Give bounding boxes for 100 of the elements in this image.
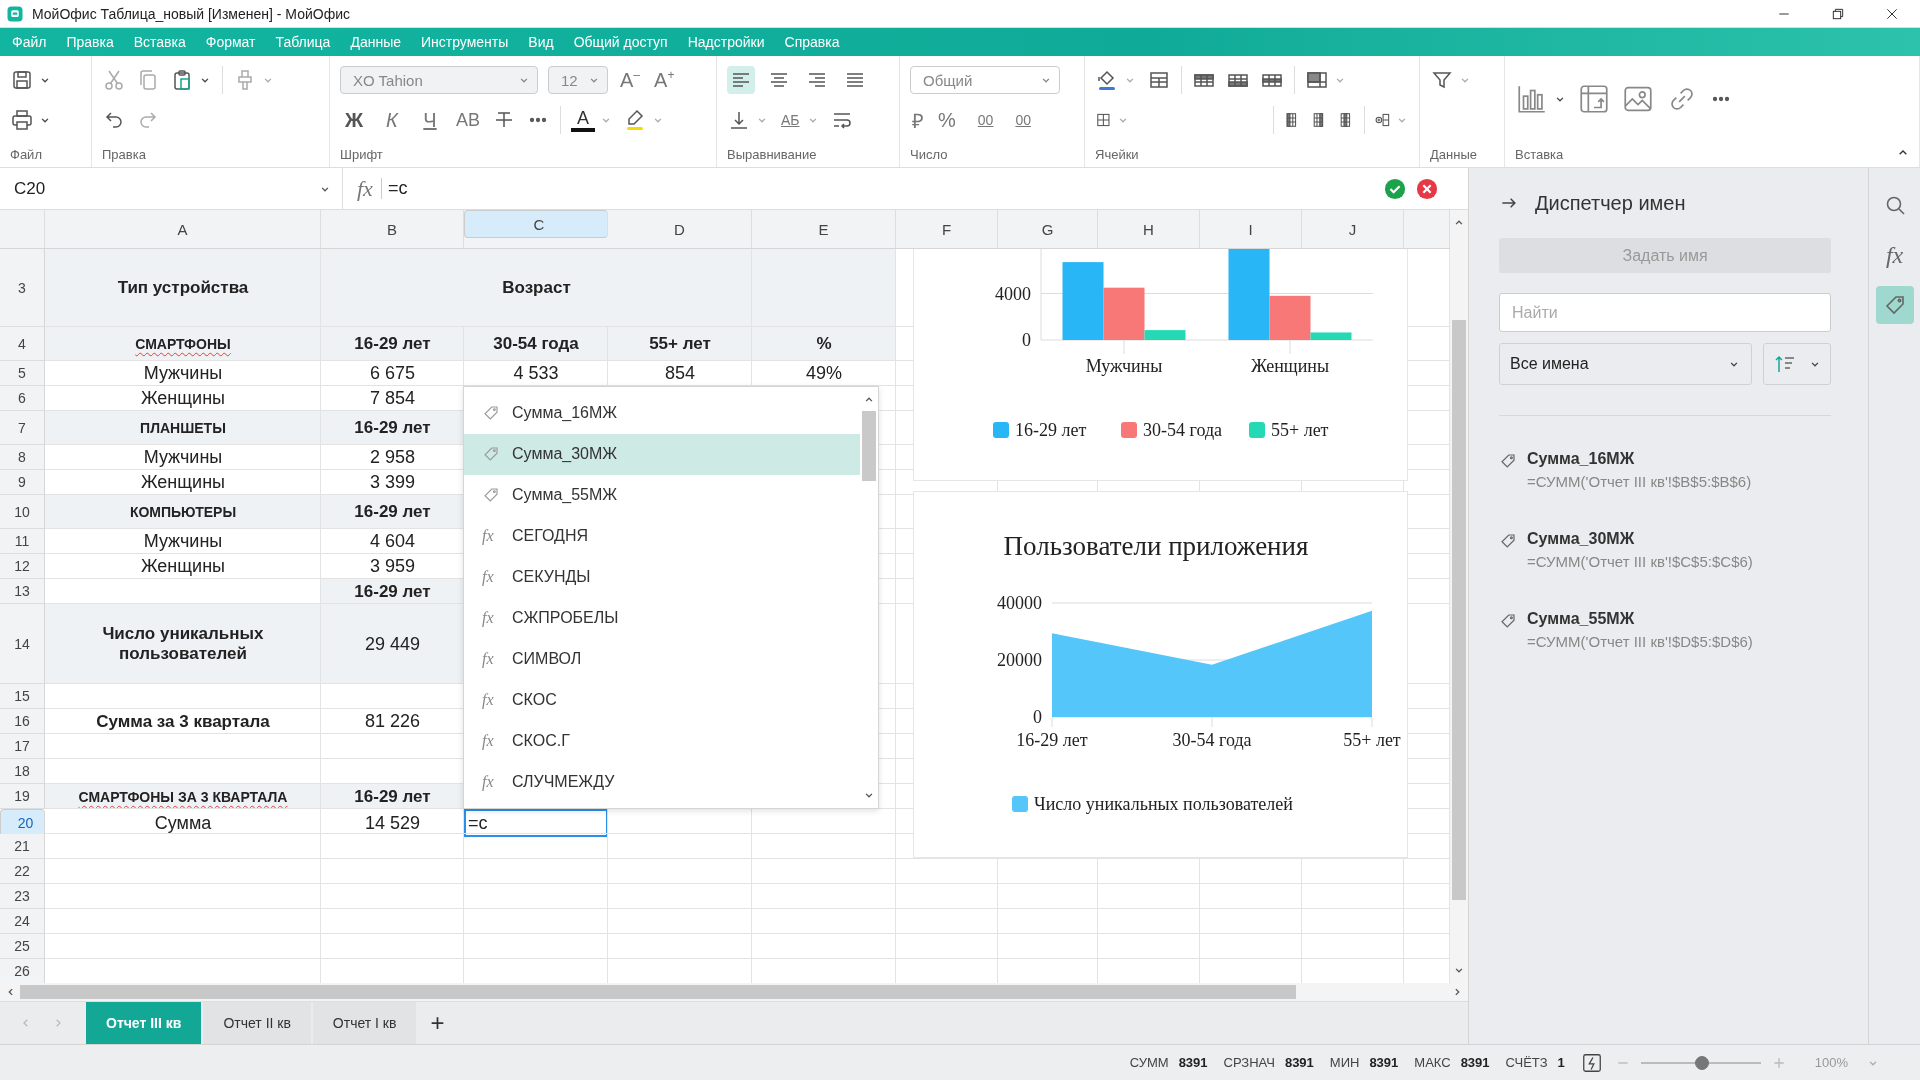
row-header[interactable]: 9 <box>0 470 45 495</box>
row-header[interactable]: 6 <box>0 386 45 411</box>
table-cell-text: 81 226 <box>363 710 422 733</box>
search-field[interactable]: Найти <box>1499 293 1832 332</box>
row-header[interactable]: 8 <box>0 445 45 470</box>
print-icon[interactable] <box>10 108 34 132</box>
name-label[interactable]: Сумма_16МЖ <box>1527 450 1752 468</box>
table-cell: Число уникальных пользователей <box>45 604 321 684</box>
formula-input[interactable]: =с <box>380 178 1384 199</box>
pivot-table-icon[interactable] <box>1577 82 1611 116</box>
name-label[interactable]: Сумма_55МЖ <box>1527 610 1753 628</box>
autocomplete-item[interactable]: Сумма_16МЖ <box>464 393 860 434</box>
table-cell-text: 3 959 <box>368 555 416 578</box>
name-formula: =СУММ('Отчет III кв'!$C$5:$C$6) <box>1527 553 1753 570</box>
row-header[interactable]: 11 <box>0 529 45 554</box>
autocomplete-item[interactable]: Сумма_55МЖ <box>464 474 860 516</box>
row-header[interactable]: 15 <box>0 684 45 709</box>
row-header[interactable]: 25 <box>0 934 45 959</box>
column-header[interactable]: C <box>464 210 608 238</box>
table-cell: 16-29 лет <box>321 579 464 604</box>
row-header[interactable]: 26 <box>0 959 45 983</box>
row-header[interactable]: 21 <box>0 834 45 859</box>
sort-dropdown[interactable] <box>1763 343 1832 385</box>
table-cell-text: Мужчины <box>142 446 224 469</box>
row-header[interactable]: 13 <box>0 579 45 604</box>
table-cell-text: Мужчины <box>142 362 224 385</box>
text-style-button[interactable]: АВ <box>454 109 482 131</box>
flash-icon[interactable] <box>1580 1051 1603 1074</box>
confirm-icon[interactable] <box>1384 177 1406 200</box>
axis-category-label: 16-29 лет <box>1016 730 1088 750</box>
column-header[interactable]: J <box>1302 210 1404 248</box>
table-cell-text: 4 604 <box>368 530 416 553</box>
row-header[interactable]: 14 <box>0 604 45 684</box>
autocomplete-item[interactable]: fx СЕГОДНЯ <box>464 515 860 557</box>
column-header[interactable]: D <box>608 210 752 248</box>
scrollbar-thumb[interactable] <box>20 985 1296 999</box>
row-header[interactable]: 23 <box>0 884 45 909</box>
number-format-button[interactable]: ₽ <box>910 106 926 134</box>
row-header[interactable]: 3 <box>0 249 45 327</box>
autocomplete-item[interactable]: fx СИМВОЛ <box>464 638 860 680</box>
autocomplete-item[interactable]: fx СЖПРОБЕЛЫ <box>464 597 860 639</box>
autocomplete-item[interactable]: fx СКОС <box>464 679 860 721</box>
font-size-button[interactable]: A$^{–}$ <box>618 68 643 92</box>
row-header[interactable]: 4 <box>0 327 45 361</box>
align-icon[interactable] <box>727 66 755 94</box>
table-cell: 55+ лет <box>608 327 752 361</box>
group-label: Файл <box>10 147 42 162</box>
row-header[interactable]: 22 <box>0 859 45 884</box>
row-header[interactable]: 24 <box>0 909 45 934</box>
number-format-button[interactable]: % <box>936 108 958 132</box>
tag-icon[interactable] <box>1875 286 1914 324</box>
table-cell-text: 7 854 <box>368 387 416 410</box>
row-header[interactable]: 5 <box>0 361 45 386</box>
number-format-select[interactable]: Общий <box>910 66 1060 94</box>
axis-tick-label: 20000 <box>997 650 1042 670</box>
functions-tool[interactable]: fx <box>1878 240 1911 270</box>
filter-dropdown[interactable]: Все имена <box>1499 343 1753 385</box>
row-header[interactable]: 10 <box>0 495 45 529</box>
cancel-icon[interactable] <box>1416 177 1438 200</box>
cell-name-box[interactable]: C20 <box>0 168 343 209</box>
text-direction-button[interactable]: АБ <box>779 112 802 128</box>
sheet-tab[interactable]: Отчет I кв <box>312 1002 417 1044</box>
text-style-button[interactable]: Ж <box>340 108 368 132</box>
autocomplete-item[interactable]: fx СЕКУНДЫ <box>464 556 860 598</box>
text-style-button[interactable]: Ч <box>416 108 444 132</box>
row-header[interactable]: 7 <box>0 411 45 445</box>
font-size-button[interactable]: A$^{+}$ <box>652 68 677 92</box>
row-header[interactable]: 12 <box>0 554 45 579</box>
column-header[interactable]: I <box>1200 210 1302 248</box>
table-cell: СМАРТФОНЫ <box>45 327 321 361</box>
table-cell: КОМПЬЮТЕРЫ <box>45 495 321 529</box>
column-header[interactable]: E <box>752 210 896 248</box>
row-header[interactable]: 20 <box>0 809 45 837</box>
stat-label: СЧЁТЗ <box>1505 1055 1548 1070</box>
row-header[interactable]: 18 <box>0 759 45 784</box>
add-sheet-button[interactable]: + <box>416 1002 459 1044</box>
autocomplete-item[interactable]: fx СЛУЧМЕЖДУ <box>464 761 860 803</box>
column-header[interactable]: F <box>896 210 998 248</box>
scrollbar-thumb[interactable] <box>1452 320 1466 900</box>
column-header[interactable]: H <box>1098 210 1200 248</box>
text-style-button[interactable]: К <box>378 108 406 132</box>
name-label[interactable]: Сумма_30МЖ <box>1527 530 1753 548</box>
function-icon: fx <box>482 649 500 668</box>
autocomplete-item[interactable]: Сумма_30МЖ <box>464 433 860 475</box>
column-header[interactable]: A <box>45 210 321 248</box>
column-header[interactable]: G <box>998 210 1098 248</box>
decimal-places-button[interactable]: 00 <box>1013 112 1033 128</box>
sheet-tab[interactable]: Отчет II кв <box>203 1002 311 1044</box>
row-header[interactable]: 16 <box>0 709 45 734</box>
row-header[interactable]: 19 <box>0 784 45 809</box>
scrollbar-thumb[interactable] <box>862 411 876 481</box>
font-color-button[interactable]: A <box>571 108 595 132</box>
group-label: Вставка <box>1515 147 1564 162</box>
function-label[interactable]: fx <box>357 175 373 202</box>
tag-icon <box>482 486 500 505</box>
panel-title: Диспетчер имен <box>1535 191 1686 215</box>
row-header[interactable]: 17 <box>0 734 45 759</box>
autocomplete-item[interactable]: fx СКОС.Г <box>464 720 860 762</box>
save-icon[interactable] <box>10 68 34 92</box>
decimal-places-button[interactable]: 00 <box>975 112 996 128</box>
